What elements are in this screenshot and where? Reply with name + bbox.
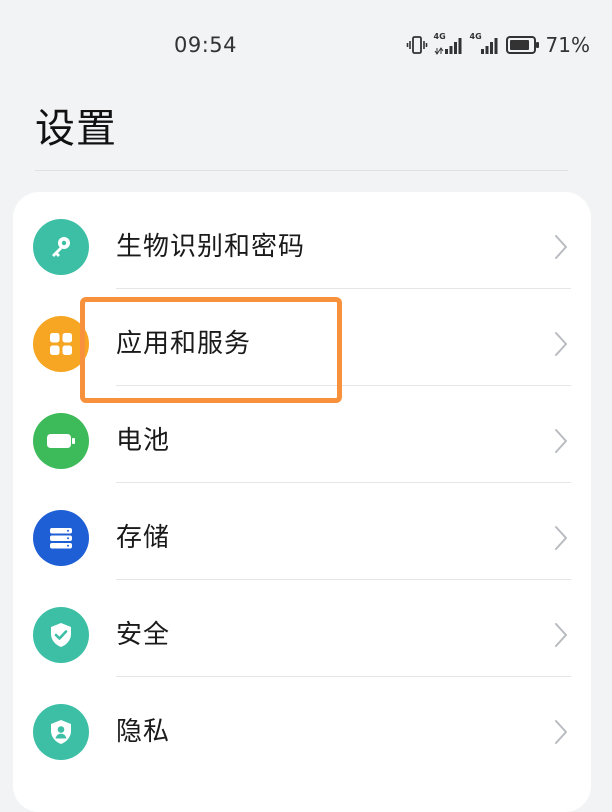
settings-item-label: 隐私 [116,717,171,747]
apps-grid-icon [33,316,89,372]
status-bar: 09:54 4G 4G 71% [0,0,612,90]
signal-4g-icon: 4G [434,32,464,56]
settings-item-label: 存储 [116,523,171,553]
divider [35,170,568,171]
settings-item-security[interactable]: 安全 [13,580,591,677]
status-time: 09:54 [174,33,238,57]
battery-icon [505,36,539,54]
chevron-right-icon [555,332,567,356]
chevron-right-icon [555,623,567,647]
vibrate-icon [406,36,427,54]
signal-4g-icon: 4G [470,32,500,56]
settings-item-privacy[interactable]: 隐私 [13,677,591,773]
settings-item-biometrics[interactable]: 生物识别和密码 [13,192,591,289]
chevron-right-icon [555,429,567,453]
shield-check-icon [33,607,89,663]
settings-item-apps-services[interactable]: 应用和服务 [13,289,591,386]
status-icons: 4G 4G 71% [406,32,590,58]
settings-item-label: 安全 [116,620,171,650]
settings-item-battery[interactable]: 电池 [13,386,591,483]
privacy-shield-icon [33,704,89,760]
chevron-right-icon [555,720,567,744]
storage-icon [33,510,89,566]
battery-percent: 71% [545,33,590,57]
page-title: 设置 [35,106,117,152]
key-icon [33,219,89,275]
chevron-right-icon [555,235,567,259]
battery-icon [33,413,89,469]
settings-item-storage[interactable]: 存储 [13,483,591,580]
settings-item-label: 应用和服务 [116,329,252,359]
settings-item-label: 生物识别和密码 [116,232,306,262]
settings-list: 生物识别和密码 应用和服务 电池 存储 安全 隐私 [13,192,591,812]
chevron-right-icon [555,526,567,550]
settings-item-label: 电池 [116,426,171,456]
